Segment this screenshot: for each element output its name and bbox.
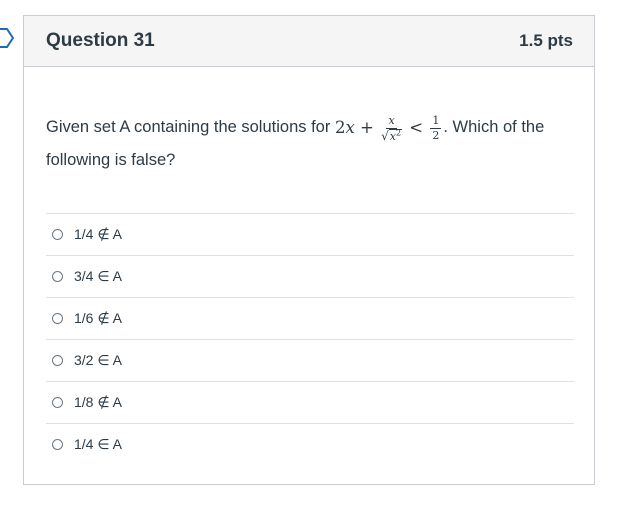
question-header: Question 31 1.5 pts — [24, 16, 594, 67]
equation-rhs-fraction: 1 2 — [430, 114, 442, 143]
question-equation: 2x + x √x2 < 1 2 — [335, 111, 443, 144]
answer-label: 1/8 ∉ A — [74, 394, 123, 410]
radio-button[interactable] — [52, 229, 63, 240]
answer-label: 1/4 ∈ A — [74, 436, 123, 452]
equation-relation: < — [409, 118, 424, 138]
equation-fraction: x √x2 — [381, 113, 403, 143]
rhs-numerator: 1 — [430, 114, 442, 130]
radio-button[interactable] — [52, 313, 63, 324]
radio-button[interactable] — [52, 439, 63, 450]
question-text: Given set A containing the solutions for… — [24, 67, 594, 177]
sqrt-icon: √ — [381, 128, 389, 143]
fraction-numerator: x — [386, 113, 397, 129]
answer-list: 1/4 ∉ A 3/4 ∈ A 1/6 ∉ A 3/2 ∈ A 1/8 ∉ A … — [46, 213, 574, 465]
answer-label: 3/4 ∈ A — [74, 268, 123, 284]
answer-option[interactable]: 1/6 ∉ A — [46, 297, 574, 339]
question-card: Question 31 1.5 pts Given set A containi… — [23, 15, 595, 485]
answer-option[interactable]: 3/2 ∈ A — [46, 339, 574, 381]
rhs-denominator: 2 — [432, 129, 440, 143]
question-title: Question 31 — [46, 30, 155, 51]
answer-option[interactable]: 1/4 ∈ A — [46, 423, 574, 465]
answer-label: 1/6 ∉ A — [74, 310, 123, 326]
radio-button[interactable] — [52, 355, 63, 366]
answer-label: 3/2 ∈ A — [74, 352, 123, 368]
radio-button[interactable] — [52, 271, 63, 282]
sqrt-exponent: 2 — [395, 127, 402, 137]
answer-option[interactable]: 1/8 ∉ A — [46, 381, 574, 423]
equation-plus: + — [360, 118, 374, 138]
fraction-denominator: √x2 — [381, 127, 403, 143]
radio-button[interactable] — [52, 397, 63, 408]
flag-question-icon[interactable] — [0, 27, 14, 49]
equation-var: x — [345, 118, 355, 138]
question-points: 1.5 pts — [519, 31, 573, 50]
answer-option[interactable]: 3/4 ∈ A — [46, 255, 574, 297]
equation-coef: 2 — [334, 118, 346, 138]
quiz-stage: Question 31 1.5 pts Given set A containi… — [0, 0, 634, 512]
answer-option[interactable]: 1/4 ∉ A — [46, 213, 574, 255]
answer-label: 1/4 ∉ A — [74, 226, 123, 242]
question-text-before: Given set A containing the solutions for — [46, 118, 331, 136]
